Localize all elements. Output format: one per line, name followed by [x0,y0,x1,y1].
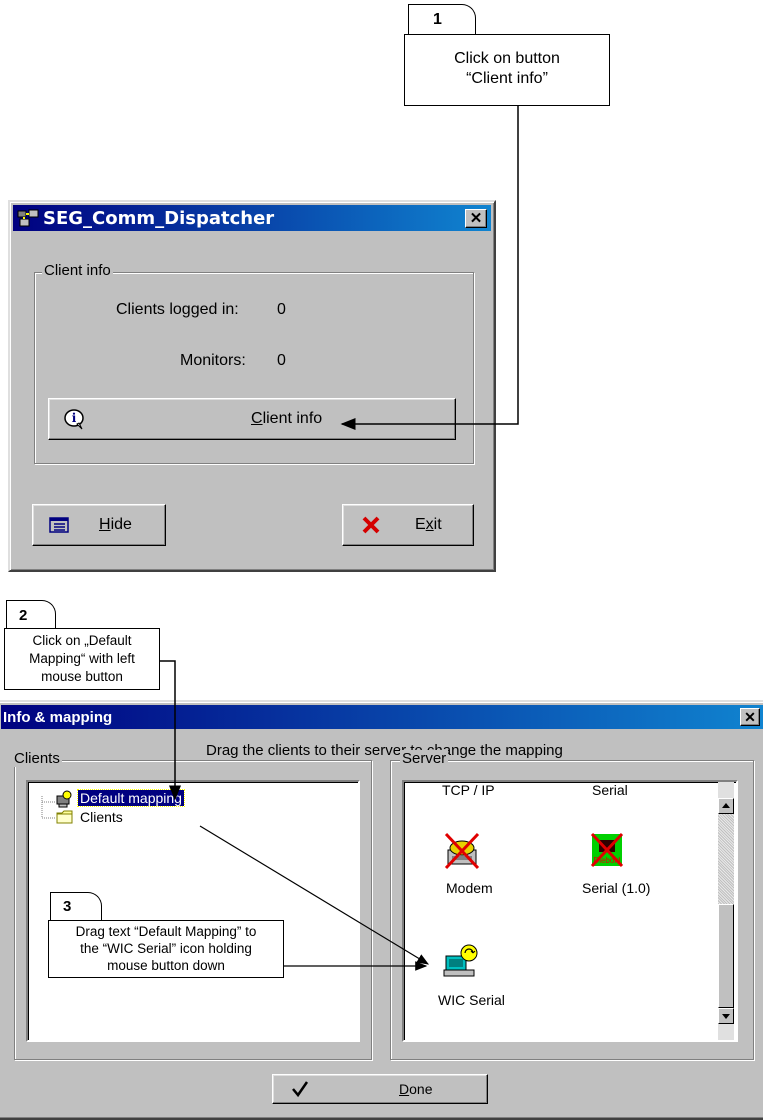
clients-group-label: Clients [12,750,62,767]
mapping-window: Info & mapping ✕ Drag the clients to the… [0,700,763,1120]
callout-2-tab: 2 [6,600,56,628]
server-list-scrollbar[interactable] [718,782,734,1040]
scrollbar-thumb[interactable] [718,904,734,1008]
server-group-label: Server [400,750,449,767]
callout-1-line2: “Client info” [466,70,548,87]
tree-item-clients[interactable]: Clients [80,809,123,825]
callout-3: Drag text “Default Mapping” to the “WIC … [48,920,284,978]
scroll-up-icon [722,803,730,808]
callout-3-line1: Drag text “Default Mapping” to [75,924,257,939]
server-list[interactable]: TCP / IP Serial Modem Diebold Serial (1.… [402,780,738,1042]
svg-text:i: i [72,411,77,425]
dispatcher-title: SEG_Comm_Dispatcher [43,207,275,229]
exit-icon [361,515,381,540]
clients-logged-in-value: 0 [277,301,286,318]
callout-2-line1: Click on „Default [32,633,132,648]
scroll-up-button[interactable] [718,798,734,814]
server-item-wic-serial-label: WIC Serial [438,992,505,1008]
close-button[interactable]: ✕ [465,209,487,228]
hide-icon [49,517,69,538]
server-item-wic-serial[interactable]: WIC Serial [430,942,520,1014]
callout-2-line2: Mapping“ with left [29,651,135,666]
client-info-button[interactable]: i Client info [48,398,456,440]
mapping-instruction: Drag the clients to their server to chan… [206,742,563,759]
server-item-serial-label: Serial (1.0) [582,880,651,896]
client-info-button-label: Client info [251,410,323,427]
folder-icon [56,810,74,829]
close-icon: ✕ [744,709,756,725]
dispatcher-window: SEG_Comm_Dispatcher ✕ Client info Client… [8,200,496,572]
wic-serial-icon [442,942,482,987]
mapping-titlebar[interactable]: Info & mapping ✕ [1,705,763,729]
callout-1-number: 1 [433,11,442,28]
server-item-serial[interactable]: Diebold Serial (1.0) [572,832,672,902]
server-item-modem-label: Modem [446,880,493,896]
callout-1: Click on button “Client info” [404,34,610,106]
scroll-down-icon [722,1014,730,1019]
hide-button[interactable]: Hide [32,504,166,546]
client-info-group-label: Client info [42,262,113,279]
clients-logged-in-label: Clients logged in: [116,301,239,318]
server-column-tcpip: TCP / IP [442,782,495,798]
mapping-close-button[interactable]: ✕ [740,708,760,726]
dispatcher-titlebar[interactable]: SEG_Comm_Dispatcher ✕ [13,205,491,231]
info-icon: i [63,408,87,435]
server-column-serial: Serial [592,782,628,798]
close-icon: ✕ [469,210,483,227]
done-button-label: Done [399,1081,433,1097]
mapping-title: Info & mapping [3,708,113,726]
callout-2-number: 2 [19,607,28,624]
app-icon [17,208,39,228]
exit-button[interactable]: Exit [342,504,474,546]
callout-3-tab: 3 [50,892,102,920]
hide-button-label: Hide [99,516,132,533]
server-item-modem[interactable]: Modem [430,832,510,902]
callout-1-line1: Click on button [454,50,560,67]
tree-item-default-mapping[interactable]: Default mapping [77,789,185,807]
callout-3-line3: mouse button down [107,958,225,973]
callout-2-line3: mouse button [41,669,123,684]
callout-2: Click on „Default Mapping“ with left mou… [4,628,160,690]
callout-3-line2: the “WIC Serial” icon holding [80,941,252,956]
exit-button-label: Exit [415,516,442,533]
scroll-down-button[interactable] [718,1008,734,1024]
checkmark-icon [291,1080,309,1103]
serial-device-icon: Diebold [590,832,624,875]
monitors-label: Monitors: [180,352,246,369]
scrollbar-track[interactable] [718,814,734,904]
monitors-value: 0 [277,352,286,369]
callout-1-tab: 1 [408,4,476,34]
modem-icon [444,832,480,877]
callout-3-number: 3 [63,898,72,915]
done-button[interactable]: Done [272,1074,488,1104]
